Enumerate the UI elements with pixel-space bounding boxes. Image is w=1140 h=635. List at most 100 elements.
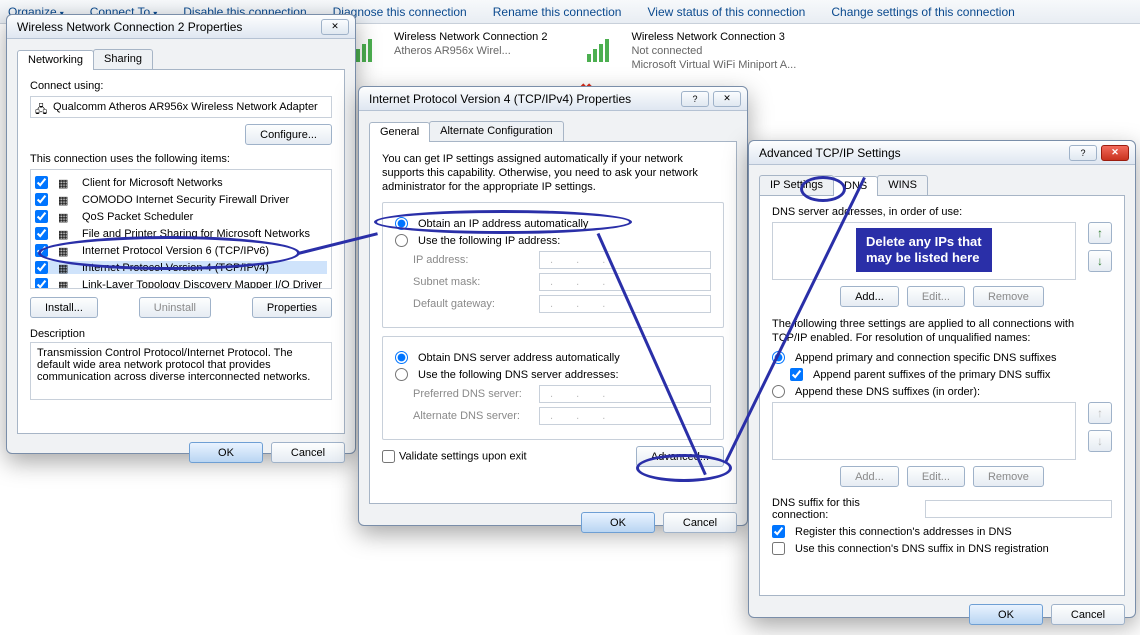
item-label: Link-Layer Topology Discovery Mapper I/O… — [82, 279, 322, 290]
validate-checkbox[interactable] — [382, 450, 395, 463]
list-item[interactable]: ▦QoS Packet Scheduler — [35, 210, 327, 223]
append-these-radio[interactable] — [772, 385, 785, 398]
tab-wins[interactable]: WINS — [877, 175, 928, 195]
subnet-field: . . . — [539, 273, 711, 291]
list-item[interactable]: ▦File and Printer Sharing for Microsoft … — [35, 227, 327, 240]
advanced-button[interactable]: Advanced... — [636, 446, 724, 467]
list-item[interactable]: ▦ Link-Layer Topology Discovery Mapper I/… — [35, 278, 327, 289]
move-down-button[interactable]: ↓ — [1088, 430, 1112, 452]
tab-general[interactable]: General — [369, 122, 430, 142]
tab-networking[interactable]: Networking — [17, 50, 94, 70]
advanced-tcpip-dialog: Advanced TCP/IP Settings ? ✕ IP Settings… — [748, 140, 1136, 618]
protocol-icon: ▦ — [58, 279, 72, 290]
connection-sub: Atheros AR956x Wirel... — [394, 44, 547, 58]
subnet-label: Subnet mask: — [413, 276, 533, 288]
cancel-button[interactable]: Cancel — [271, 442, 345, 463]
use-suffix-checkbox[interactable] — [772, 542, 785, 555]
remove-button[interactable]: Remove — [973, 466, 1044, 487]
connection-name: Wireless Network Connection 2 — [394, 30, 547, 44]
dns-list[interactable] — [772, 222, 1076, 280]
item-checkbox[interactable] — [35, 244, 48, 257]
append-parent-checkbox[interactable] — [790, 368, 803, 381]
item-checkbox[interactable] — [35, 278, 48, 289]
install-button[interactable]: Install... — [30, 297, 98, 318]
cancel-button[interactable]: Cancel — [663, 512, 737, 533]
item-checkbox[interactable] — [35, 210, 48, 223]
pref-dns-label: Preferred DNS server: — [413, 388, 533, 400]
register-checkbox[interactable] — [772, 525, 785, 538]
item-checkbox[interactable] — [35, 176, 48, 189]
connection-properties-dialog: Wireless Network Connection 2 Properties… — [6, 14, 356, 454]
description-text: Transmission Control Protocol/Internet P… — [30, 342, 332, 400]
rename-link[interactable]: Rename this connection — [493, 5, 622, 19]
item-checkbox[interactable] — [35, 261, 48, 274]
use-dns-radio[interactable] — [395, 368, 408, 381]
connection-item[interactable]: ✖ Wireless Network Connection 3 Not conn… — [587, 30, 796, 82]
edit-button[interactable]: Edit... — [907, 286, 965, 307]
ip-address-field: . . . — [539, 251, 711, 269]
append-these-label: Append these DNS suffixes (in order): — [795, 386, 980, 398]
edit-button[interactable]: Edit... — [907, 466, 965, 487]
uninstall-button[interactable]: Uninstall — [139, 297, 211, 318]
move-up-button[interactable]: ↑ — [1088, 222, 1112, 244]
tab-sharing[interactable]: Sharing — [93, 49, 153, 69]
three-settings-text: The following three settings are applied… — [772, 317, 1112, 345]
obtain-ip-radio[interactable] — [395, 217, 408, 230]
dns-suffix-input[interactable] — [925, 500, 1112, 518]
move-down-button[interactable]: ↓ — [1088, 250, 1112, 272]
protocol-list[interactable]: ▦ Client for Microsoft Networks ▦COMODO In… — [30, 169, 332, 289]
dialog-title: Internet Protocol Version 4 (TCP/IPv4) P… — [369, 92, 631, 106]
move-up-button[interactable]: ↑ — [1088, 402, 1112, 424]
remove-button[interactable]: Remove — [973, 286, 1044, 307]
use-ip-label: Use the following IP address: — [418, 235, 560, 247]
item-label: Client for Microsoft Networks — [82, 177, 223, 189]
register-label: Register this connection's addresses in … — [795, 526, 1012, 538]
tab-dns[interactable]: DNS — [833, 176, 878, 196]
list-item[interactable]: ▦ Internet Protocol Version 6 (TCP/IPv6) — [35, 244, 327, 257]
titlebar[interactable]: Wireless Network Connection 2 Properties… — [7, 15, 355, 39]
validate-label: Validate settings upon exit — [399, 451, 527, 463]
obtain-dns-radio[interactable] — [395, 351, 408, 364]
close-icon[interactable]: ✕ — [321, 19, 349, 35]
close-icon[interactable]: ✕ — [1101, 145, 1129, 161]
titlebar[interactable]: Internet Protocol Version 4 (TCP/IPv4) P… — [359, 87, 747, 111]
properties-button[interactable]: Properties — [252, 297, 332, 318]
use-suffix-label: Use this connection's DNS suffix in DNS … — [795, 543, 1049, 555]
tab-alternate-config[interactable]: Alternate Configuration — [429, 121, 564, 141]
item-label: Internet Protocol Version 6 (TCP/IPv6) — [82, 245, 269, 257]
use-ip-radio[interactable] — [395, 234, 408, 247]
tab-ip-settings[interactable]: IP Settings — [759, 175, 834, 195]
alt-dns-field: . . . — [539, 407, 711, 425]
dns-addresses-label: DNS server addresses, in order of use: — [772, 206, 1112, 218]
ok-button[interactable]: OK — [189, 442, 263, 463]
titlebar[interactable]: Advanced TCP/IP Settings ? ✕ — [749, 141, 1135, 165]
connection-status: Not connected — [631, 44, 796, 58]
protocol-icon: ▦ — [58, 194, 72, 206]
connection-name: Wireless Network Connection 3 — [631, 30, 796, 44]
item-checkbox[interactable] — [35, 193, 48, 206]
use-dns-label: Use the following DNS server addresses: — [418, 369, 619, 381]
configure-button[interactable]: Configure... — [245, 124, 332, 145]
connection-item[interactable]: Wireless Network Connection 2 Atheros AR… — [350, 30, 547, 82]
dns-suffix-label: DNS suffix for this connection: — [772, 497, 919, 521]
view-status-link[interactable]: View status of this connection — [647, 5, 805, 19]
add-button[interactable]: Add... — [840, 466, 899, 487]
help-icon[interactable]: ? — [1069, 145, 1097, 161]
connections-row: Wireless Network Connection 2 Atheros AR… — [350, 30, 796, 82]
description-heading: Description — [30, 328, 332, 340]
intro-text: You can get IP settings assigned automat… — [382, 152, 724, 194]
item-checkbox[interactable] — [35, 227, 48, 240]
close-icon[interactable]: ✕ — [713, 91, 741, 107]
list-item[interactable]: ▦Internet Protocol Version 4 (TCP/IPv4) — [35, 261, 327, 274]
protocol-icon: ▦ — [58, 245, 72, 257]
protocol-icon: ▦ — [58, 177, 72, 189]
item-label: QoS Packet Scheduler — [82, 211, 193, 223]
dns-suffix-list[interactable] — [772, 402, 1076, 460]
add-button[interactable]: Add... — [840, 286, 899, 307]
change-settings-link[interactable]: Change settings of this connection — [831, 5, 1014, 19]
list-item[interactable]: ▦COMODO Internet Security Firewall Drive… — [35, 193, 327, 206]
append-primary-radio[interactable] — [772, 351, 785, 364]
ok-button[interactable]: OK — [581, 512, 655, 533]
list-item[interactable]: ▦ Client for Microsoft Networks — [35, 176, 327, 189]
help-icon[interactable]: ? — [681, 91, 709, 107]
